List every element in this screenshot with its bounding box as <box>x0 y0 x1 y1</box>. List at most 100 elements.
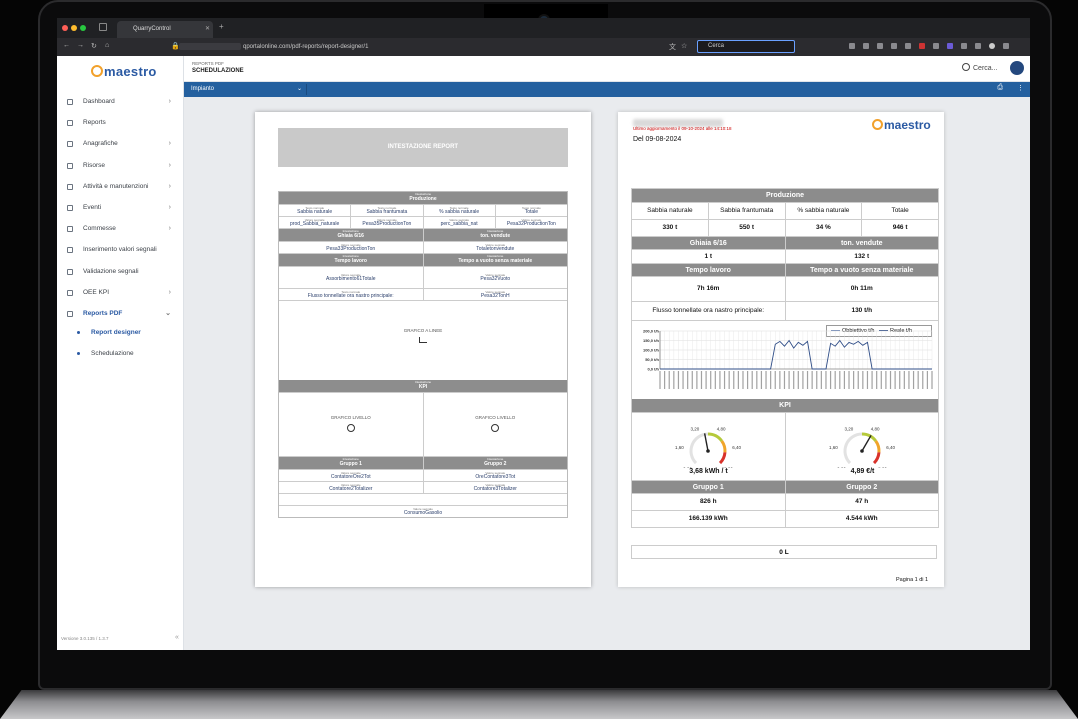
collapse-sidebar-icon[interactable]: « <box>175 634 179 641</box>
sidebar-subitem-report-designer[interactable]: Report designer <box>67 326 173 340</box>
ton-vendute-header: ton. vendute <box>784 237 939 249</box>
sidebar-item-commesse[interactable]: Commesse › <box>67 222 173 236</box>
extension-icon[interactable] <box>933 43 939 49</box>
text-cell[interactable]: Testo normale Totale <box>494 205 567 216</box>
gauge-placeholder[interactable]: GRAFICO LIVELLO <box>422 393 568 456</box>
series-line-reale <box>660 339 932 370</box>
translate-icon[interactable]: 文 <box>669 42 676 52</box>
signal-cell[interactable]: Valore segnale Pesa33ProductionTon <box>279 242 423 253</box>
signal-cell[interactable]: Valore segnale prod_Sabbia_naturale <box>279 217 350 228</box>
signal-name: prod_Sabbia_naturale <box>290 221 340 227</box>
signal-cell[interactable]: Valore segnale OreContatore3Tot <box>422 470 568 481</box>
sidebar-item-attivit-e-manutenzioni[interactable]: Attività e manutenzioni › <box>67 180 173 194</box>
line-chart-placeholder[interactable]: GRAFICO A LINEE <box>279 300 567 380</box>
close-window-icon[interactable] <box>62 25 68 31</box>
signal-cell[interactable]: Valore segnale ContatoreOre2Tot <box>279 470 423 481</box>
extension-icon[interactable] <box>947 43 953 49</box>
text-cell[interactable]: Testo normale Flusso tonnellate ora nastr… <box>279 289 423 300</box>
text-cell[interactable]: Testo normale Sabbia frantumata <box>350 205 422 216</box>
gauge-kwh-value: 3,68 kWh / t <box>689 468 728 475</box>
production-value: 34 % <box>784 220 862 236</box>
report-header-block[interactable]: INTESTAZIONE REPORT <box>278 128 568 167</box>
text-cell[interactable]: Testo normale Sabbia naturale <box>279 205 350 216</box>
info-icon[interactable] <box>891 43 897 49</box>
signal-name: ContatoreOre2Tot <box>330 474 371 480</box>
empty-cell[interactable] <box>279 494 567 505</box>
gruppo-1-energy: 166.139 kWh <box>688 515 728 522</box>
sidebar-item-anagrafiche[interactable]: Anagrafiche › <box>67 137 173 151</box>
signal-cell[interactable]: Valore segnale Pesa35ProductionTon <box>350 217 422 228</box>
menu-icon[interactable] <box>1003 43 1009 49</box>
extension-icon[interactable] <box>961 43 967 49</box>
signal-cell[interactable]: Valore segnale Pesa32TonH <box>422 289 568 300</box>
signal-cell[interactable]: Valore segnale Totaletonvendute <box>422 242 568 253</box>
sidebar-item-label: Dashboard <box>83 98 115 105</box>
profile-icon[interactable] <box>989 43 995 49</box>
section-kpi[interactable]: Intestazione KPI <box>279 380 567 392</box>
more-options-icon[interactable]: ⋮ <box>1017 84 1024 92</box>
section-tempo-lavoro[interactable]: Intestazione Tempo lavoro <box>279 254 423 266</box>
forward-icon[interactable]: → <box>77 42 84 49</box>
text-cell[interactable]: Testo normale% sabbia naturale <box>422 205 495 216</box>
address-bar[interactable]: qportalonline.com/pdf-reports/report-des… <box>179 41 699 53</box>
signal-cell[interactable]: Valore segnale Assorbimento61Totale <box>279 267 423 288</box>
gauge-band <box>718 452 727 465</box>
download-icon[interactable] <box>863 43 869 49</box>
breadcrumb[interactable]: REPORTS PDF <box>192 61 224 66</box>
library-icon[interactable] <box>877 43 883 49</box>
extension-icon[interactable] <box>975 43 981 49</box>
section-production[interactable]: Intestazione Produzione <box>279 192 567 204</box>
browser-search-field[interactable]: Cerca <box>697 40 795 53</box>
sidebar-item-reports-pdf[interactable]: Reports PDF ⌄ <box>67 307 173 321</box>
signal-cell[interactable]: Valore segnale perc_sabbia_nat <box>422 217 495 228</box>
maximize-window-icon[interactable] <box>80 25 86 31</box>
avatar[interactable] <box>1010 61 1024 75</box>
print-icon[interactable]: ⎙ <box>997 84 1003 92</box>
sidebar-item-eventi[interactable]: Eventi › <box>67 201 173 215</box>
sidebar-item-reports[interactable]: Reports <box>67 116 173 130</box>
production-value: 330 t <box>662 224 678 231</box>
signal-cell[interactable]: Valore segnale Pesa32ProductionTon <box>494 217 567 228</box>
adblock-icon[interactable] <box>919 43 925 49</box>
signal-name: Pesa33ProductionTon <box>326 246 376 252</box>
minimize-window-icon[interactable] <box>71 25 77 31</box>
sidebar-item-oee-kpi[interactable]: OEE KPI › <box>67 286 173 300</box>
extension-icon[interactable] <box>905 43 911 49</box>
section-gruppo-2[interactable]: Intestazione Gruppo 2 <box>422 457 567 469</box>
sidebar-subitem-schedulazione[interactable]: Schedulazione <box>67 347 173 361</box>
gauge-placeholder[interactable]: GRAFICO LIVELLO <box>279 393 423 456</box>
new-tab-icon[interactable]: + <box>219 22 224 31</box>
app-search[interactable]: Cerca... <box>962 63 998 72</box>
signal-cell[interactable]: Valore segnale Contatore3Totalizer <box>422 482 568 493</box>
signal-cell[interactable]: Valore segnale Contatore2Totalizer <box>279 482 423 493</box>
tab-overview-icon[interactable] <box>99 23 107 31</box>
text-value: Sabbia naturale <box>297 209 333 215</box>
x-tick-label <box>783 371 786 389</box>
bookmark-star-icon[interactable]: ☆ <box>681 42 687 50</box>
x-tick-label <box>899 371 901 389</box>
signal-cell[interactable]: Valore segnale ConsumoGasolio <box>279 506 567 517</box>
close-tab-icon[interactable]: ✕ <box>205 21 210 38</box>
section-ghiaia[interactable]: Intestazione Ghiaia 6/16 <box>279 229 423 241</box>
plant-select[interactable]: Impianto ⌄ <box>189 84 307 95</box>
home-icon[interactable]: ⌂ <box>105 42 109 49</box>
section-gruppo-1[interactable]: Intestazione Gruppo 1 <box>279 457 423 469</box>
browser-tab[interactable]: QuarryControl ✕ <box>117 21 213 38</box>
sidebar-item-validazione-segnali[interactable]: Validazione segnali <box>67 265 173 279</box>
x-tick-label <box>673 371 675 389</box>
sidebar-item-risorse[interactable]: Risorse › <box>67 159 173 173</box>
x-tick-label <box>908 371 910 389</box>
sidebar-item-inserimento-valori-segnali[interactable]: Inserimento valori segnali <box>67 243 173 257</box>
shield-icon[interactable] <box>849 43 855 49</box>
back-icon[interactable]: ← <box>63 42 70 49</box>
section-ton-vendute[interactable]: Intestazione ton. vendute <box>422 229 567 241</box>
x-tick-label <box>779 371 781 389</box>
x-tick-label <box>737 371 739 389</box>
gauge-band <box>874 440 881 453</box>
signal-cell[interactable]: Valore segnale Pesa32Vuoto <box>422 267 568 288</box>
reload-icon[interactable]: ↻ <box>91 42 97 50</box>
section-tempo-vuoto[interactable]: Intestazione Tempo a vuoto senza material… <box>422 254 567 266</box>
sidebar-item-dashboard[interactable]: Dashboard › <box>67 95 173 109</box>
app-logo[interactable]: maestro <box>91 64 157 79</box>
redacted-domain <box>179 42 241 50</box>
